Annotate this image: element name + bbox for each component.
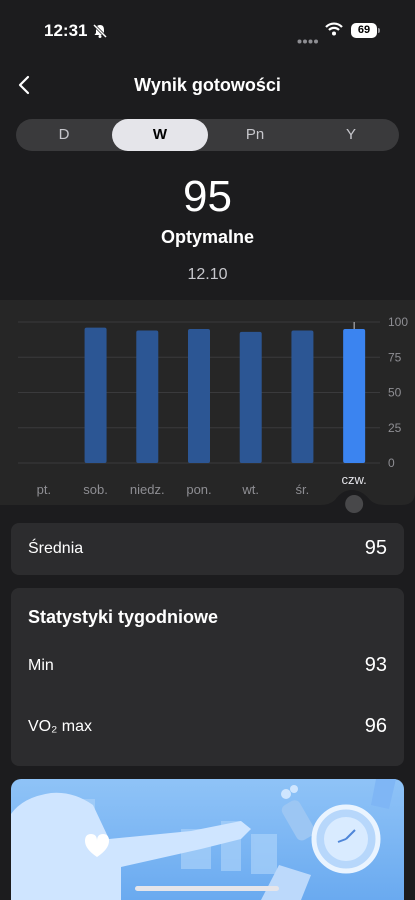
average-value: 95 — [364, 537, 387, 559]
readiness-score: 95 — [183, 172, 232, 221]
battery-cap — [378, 28, 380, 33]
wifi-icon — [325, 22, 343, 41]
y-tick-label: 100 — [388, 315, 408, 329]
vo2max-label: VO₂ max — [28, 718, 92, 735]
selected-indicator-dot — [345, 495, 364, 513]
status-bar: 12:31 69 — [0, 0, 415, 60]
weekly-stats-card: Statystyki tygodniowe Min 93 VO₂ max 96 — [11, 588, 404, 766]
header: Wynik gotowości — [0, 60, 415, 110]
athlete-watch-illustration — [11, 779, 396, 900]
min-value: 93 — [364, 654, 387, 676]
bar[interactable] — [188, 329, 210, 463]
page-title: Wynik gotowości — [134, 75, 281, 95]
tab-week[interactable]: W — [112, 119, 208, 151]
x-tick-label: niedz. — [130, 482, 165, 497]
y-tick-label: 0 — [388, 456, 395, 470]
average-label: Średnia — [28, 540, 84, 557]
readiness-bar-chart[interactable]: 0 25 50 75 100 pt. sob. niedz. pon. wt. śr. czw. — [0, 300, 415, 520]
x-tick-label: pt. — [37, 482, 51, 497]
min-label: Min — [28, 657, 54, 674]
bar[interactable] — [343, 329, 366, 463]
tab-year[interactable]: Y — [303, 119, 399, 151]
status-time: 12:31 — [44, 21, 88, 40]
selected-date: 12.10 — [187, 266, 228, 283]
bar[interactable] — [239, 331, 262, 463]
y-tick-label: 25 — [388, 421, 402, 435]
bar[interactable] — [291, 330, 314, 463]
x-tick-label: wt. — [241, 482, 259, 497]
vo2max-value: 96 — [364, 715, 387, 737]
average-card: Średnia 95 — [11, 523, 404, 575]
period-segmented-control: D W Pn Y — [16, 119, 399, 151]
y-tick-label: 75 — [388, 350, 402, 364]
weekly-stats-title: Statystyki tygodniowe — [28, 607, 219, 627]
battery-icon: 69 — [351, 23, 377, 38]
y-tick-label: 50 — [388, 386, 402, 400]
x-tick-label: sob. — [83, 482, 108, 497]
promo-banner[interactable] — [11, 779, 404, 900]
signal-dots-icon — [297, 31, 319, 49]
bar[interactable] — [136, 330, 159, 463]
bell-muted-icon — [92, 23, 108, 44]
x-tick-label: śr. — [296, 482, 310, 497]
readiness-status: Optymalne — [160, 227, 255, 247]
tab-day[interactable]: D — [16, 119, 112, 151]
home-indicator — [135, 886, 279, 891]
x-tick-label: pon. — [186, 482, 211, 497]
x-tick-label: czw. — [341, 472, 366, 487]
tab-month[interactable]: Pn — [207, 119, 303, 151]
bar[interactable] — [84, 327, 107, 463]
